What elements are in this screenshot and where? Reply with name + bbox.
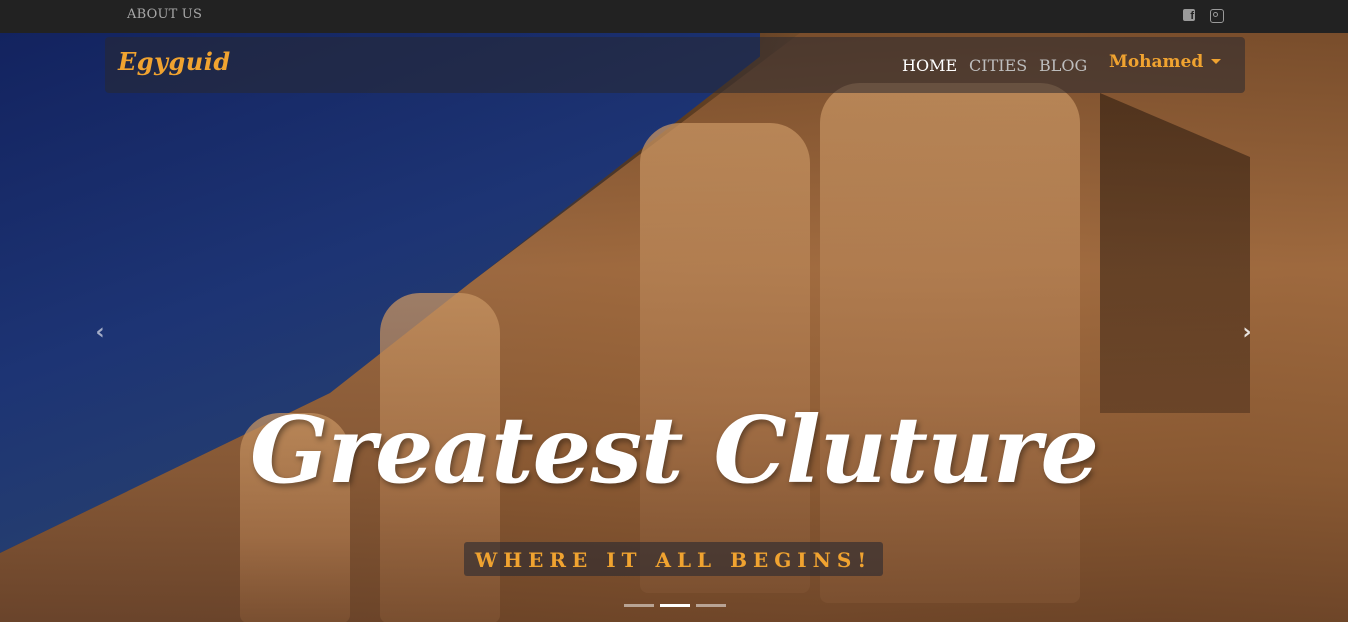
carousel-indicator[interactable]: [696, 604, 726, 607]
instagram-icon[interactable]: [1210, 9, 1224, 23]
hero-headline: Greatest Cluture: [250, 396, 1099, 504]
hero-carousel: [0, 33, 1348, 622]
top-bar: ABOUT US f: [0, 0, 1348, 33]
nav-cities[interactable]: CITIES: [969, 56, 1027, 75]
nav-blog[interactable]: BLOG: [1039, 56, 1087, 75]
user-name: Mohamed: [1109, 52, 1204, 72]
user-dropdown[interactable]: Mohamed: [1109, 52, 1222, 72]
nav-home[interactable]: HOME: [902, 56, 957, 75]
hero-tagline-box: WHERE IT ALL BEGINS!: [464, 542, 883, 576]
caret-down-icon: [1211, 59, 1222, 64]
about-us-link[interactable]: ABOUT US: [127, 7, 202, 22]
carousel-prev-button[interactable]: ‹: [90, 318, 110, 348]
chevron-right-icon: ›: [1242, 320, 1252, 345]
carousel-next-button[interactable]: ›: [1237, 318, 1257, 348]
brand-logo[interactable]: Egyguid: [118, 47, 231, 76]
main-navbar: Egyguid HOME CITIES BLOG Mohamed: [105, 37, 1245, 93]
carousel-indicator-active[interactable]: [660, 604, 690, 607]
statue-shape: [820, 83, 1080, 603]
hero-tagline: WHERE IT ALL BEGINS!: [474, 548, 873, 572]
carousel-indicator[interactable]: [624, 604, 654, 607]
facebook-icon[interactable]: f: [1183, 9, 1195, 22]
statue-shape: [640, 123, 810, 593]
chevron-left-icon: ‹: [95, 320, 105, 345]
